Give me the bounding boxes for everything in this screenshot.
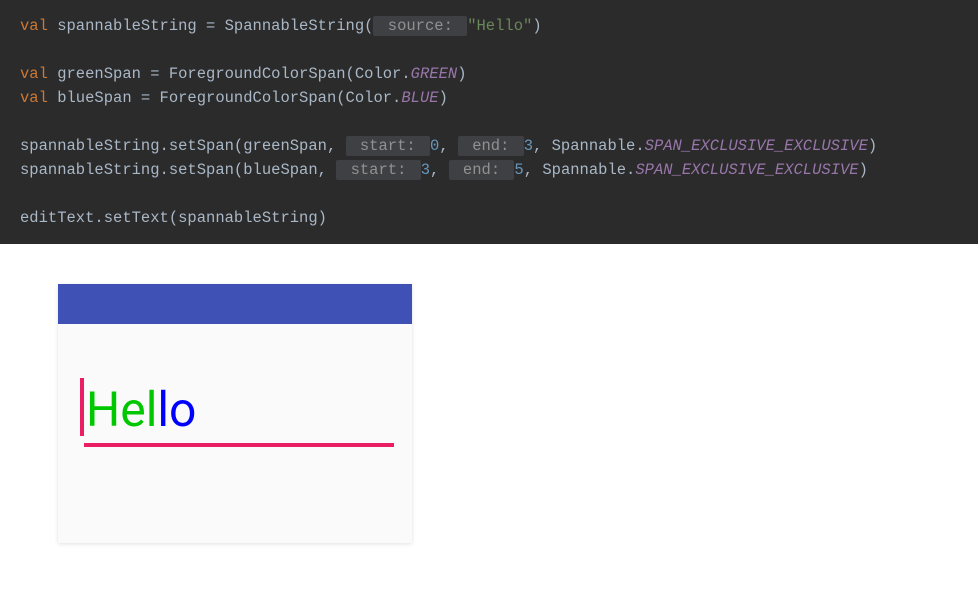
code-text: , Spannable. bbox=[524, 161, 636, 179]
number-literal: 5 bbox=[514, 161, 523, 179]
edit-text-field[interactable]: Hello bbox=[80, 384, 390, 443]
code-line-1[interactable]: val spannableString = SpannableString( s… bbox=[20, 14, 958, 38]
code-text: ) bbox=[859, 161, 868, 179]
keyword-val: val bbox=[20, 65, 48, 83]
code-text: greenSpan = ForegroundColorSpan(Color. bbox=[48, 65, 411, 83]
keyword-val: val bbox=[20, 17, 48, 35]
edittext-underline bbox=[84, 443, 394, 447]
param-hint-end: end: bbox=[449, 160, 515, 180]
code-text: , bbox=[430, 161, 449, 179]
edittext-container: Hello bbox=[58, 324, 412, 443]
code-text: ) bbox=[868, 137, 877, 155]
phone-preview: Hello bbox=[58, 284, 412, 543]
code-line-7[interactable]: spannableString.setSpan(blueSpan, start:… bbox=[20, 158, 958, 182]
param-hint-source: source: bbox=[373, 16, 467, 36]
code-text: spannableString.setSpan(greenSpan, bbox=[20, 137, 346, 155]
text-span-green: Hel bbox=[86, 381, 157, 438]
code-text: editText.setText(spannableString) bbox=[20, 209, 327, 227]
app-toolbar bbox=[58, 284, 412, 324]
code-line-3[interactable]: val greenSpan = ForegroundColorSpan(Colo… bbox=[20, 62, 958, 86]
code-text: , bbox=[439, 137, 458, 155]
code-line-9[interactable]: editText.setText(spannableString) bbox=[20, 206, 958, 230]
code-line-blank bbox=[20, 182, 958, 206]
text-span-blue: lo bbox=[157, 381, 196, 438]
number-literal: 3 bbox=[524, 137, 533, 155]
code-text: ) bbox=[439, 89, 448, 107]
number-literal: 0 bbox=[430, 137, 439, 155]
text-cursor bbox=[80, 378, 84, 436]
string-literal: "Hello" bbox=[467, 17, 532, 35]
code-line-blank bbox=[20, 38, 958, 62]
code-text: spannableString = SpannableString( bbox=[48, 17, 374, 35]
code-editor[interactable]: val spannableString = SpannableString( s… bbox=[0, 0, 978, 244]
param-hint-start: start: bbox=[346, 136, 430, 156]
code-line-blank bbox=[20, 110, 958, 134]
code-text: blueSpan = ForegroundColorSpan(Color. bbox=[48, 89, 401, 107]
constant-green: GREEN bbox=[411, 65, 458, 83]
param-hint-start: start: bbox=[336, 160, 420, 180]
constant-blue: BLUE bbox=[401, 89, 438, 107]
code-line-6[interactable]: spannableString.setSpan(greenSpan, start… bbox=[20, 134, 958, 158]
code-text: ) bbox=[532, 17, 541, 35]
constant-span: SPAN_EXCLUSIVE_EXCLUSIVE bbox=[645, 137, 868, 155]
code-line-4[interactable]: val blueSpan = ForegroundColorSpan(Color… bbox=[20, 86, 958, 110]
number-literal: 3 bbox=[421, 161, 430, 179]
code-text: spannableString.setSpan(blueSpan, bbox=[20, 161, 336, 179]
preview-area: Hello bbox=[0, 244, 978, 543]
code-text: , Spannable. bbox=[533, 137, 645, 155]
param-hint-end: end: bbox=[458, 136, 524, 156]
code-text: ) bbox=[457, 65, 466, 83]
keyword-val: val bbox=[20, 89, 48, 107]
constant-span: SPAN_EXCLUSIVE_EXCLUSIVE bbox=[635, 161, 858, 179]
